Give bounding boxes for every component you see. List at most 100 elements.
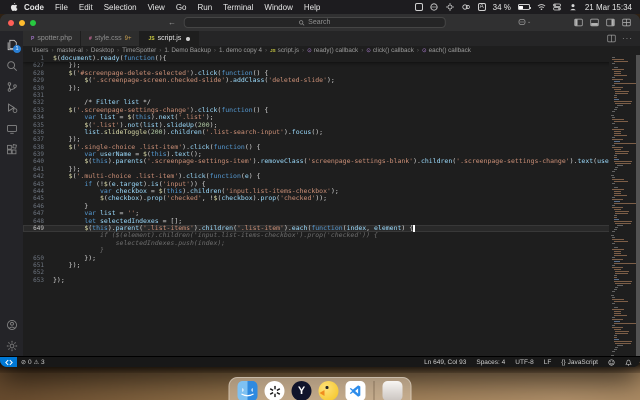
line-number[interactable]: 649 xyxy=(23,225,53,232)
code-line[interactable]: 1 $(document).ready(function(){ xyxy=(23,55,640,62)
line-number[interactable]: 639 xyxy=(23,151,53,158)
maximize-window-button[interactable] xyxy=(30,19,36,26)
menu-item-code[interactable]: Code xyxy=(24,3,44,12)
breadcrumb-item[interactable]: JS script.js xyxy=(270,47,299,54)
line-number[interactable]: 630 xyxy=(23,85,53,92)
line-number[interactable]: 628 xyxy=(23,70,53,77)
account-icon[interactable] xyxy=(0,314,23,335)
minimap[interactable] xyxy=(609,55,636,356)
eol-sequence[interactable]: LF xyxy=(540,359,556,366)
extensions-icon[interactable] xyxy=(0,139,23,160)
tab-script.js[interactable]: JS script.js xyxy=(140,31,200,46)
finder-dock-icon[interactable] xyxy=(237,381,258,400)
menu-item-selection[interactable]: Selection xyxy=(104,3,137,12)
toggle-panel-icon[interactable] xyxy=(590,18,599,27)
code-line[interactable]: 649 $(this).parent('.list-items').childr… xyxy=(23,224,640,233)
line-number[interactable]: 652 xyxy=(23,269,53,276)
line-number[interactable]: 643 xyxy=(23,181,53,188)
close-window-button[interactable] xyxy=(8,19,14,26)
line-number[interactable]: 648 xyxy=(23,218,53,225)
code-line[interactable]: 648 let selectedIndexes = []; xyxy=(23,218,640,225)
modified-dot-icon[interactable] xyxy=(186,36,191,41)
code-line[interactable]: 642 $('.multi-choice .list-item').click(… xyxy=(23,173,640,180)
minimize-window-button[interactable] xyxy=(19,19,25,26)
menu-bar-clock[interactable]: 21 Mar 15:34 xyxy=(585,3,632,12)
code-line[interactable]: 630 }); xyxy=(23,85,640,92)
code-line[interactable]: 627 }); xyxy=(23,62,640,69)
explorer-icon[interactable]: 1 xyxy=(0,34,23,55)
globe-icon[interactable] xyxy=(430,3,439,12)
code-line[interactable]: 645 $(checkbox).prop('checked', !$(check… xyxy=(23,195,640,202)
tab-style.css[interactable]: # style.css 9+ xyxy=(80,31,141,46)
menu-item-run[interactable]: Run xyxy=(197,3,212,12)
apple-menu-icon[interactable] xyxy=(9,2,18,12)
search-icon[interactable] xyxy=(0,55,23,76)
run-debug-icon[interactable] xyxy=(0,97,23,118)
toggle-secondary-sidebar-icon[interactable] xyxy=(606,18,615,27)
code-line[interactable]: 652 xyxy=(23,269,640,276)
code-line[interactable]: 629 $('.screenpage-screen.checked-slide'… xyxy=(23,77,640,84)
code-line[interactable]: 632 /* Filter list */ xyxy=(23,99,640,106)
code-line[interactable]: 635 $('.list').not(list).slideUp(200); xyxy=(23,122,640,129)
ghost-suggestion-line[interactable]: if ($(element).children('input.list-item… xyxy=(23,232,640,239)
toggle-sidebar-icon[interactable] xyxy=(574,18,583,27)
display-icon[interactable] xyxy=(414,3,423,11)
vscode-dock-icon[interactable] xyxy=(345,381,366,400)
split-editor-icon[interactable] xyxy=(607,34,616,43)
menu-item-help[interactable]: Help xyxy=(304,3,320,12)
code-line[interactable]: 653}); xyxy=(23,277,640,284)
line-number[interactable] xyxy=(23,247,53,254)
breadcrumb-item[interactable]: 1. Demo Backup xyxy=(164,47,211,54)
code-line[interactable]: 640 $(this).parents('.screenpage-setting… xyxy=(23,158,640,165)
line-number[interactable]: 631 xyxy=(23,92,53,99)
code-line[interactable]: 650 }); xyxy=(23,255,640,262)
customize-layout-icon[interactable] xyxy=(622,18,631,27)
source-control-icon[interactable] xyxy=(0,76,23,97)
code-line[interactable]: 644 var checkbox = $(this).children('inp… xyxy=(23,188,640,195)
breadcrumb-item[interactable]: ⊙ ready() callback xyxy=(307,47,358,54)
line-number[interactable]: 653 xyxy=(23,277,53,284)
line-number[interactable]: 640 xyxy=(23,158,53,165)
ghost-suggestion-line[interactable]: } xyxy=(23,247,640,254)
remote-indicator-icon[interactable] xyxy=(0,356,17,367)
code-line[interactable]: 633 $('.screenpage-settings-change').cli… xyxy=(23,107,640,114)
ghost-suggestion-line[interactable]: selectedIndexes.push(index); xyxy=(23,240,640,247)
gear-icon[interactable] xyxy=(446,3,455,12)
scrollbar[interactable] xyxy=(636,55,640,356)
input-source-icon[interactable]: A xyxy=(477,3,486,11)
line-number[interactable] xyxy=(23,232,53,239)
menu-item-window[interactable]: Window xyxy=(264,3,292,12)
breadcrumb-item[interactable]: 1. demo copy 4 xyxy=(219,47,262,54)
copilot-menu-icon[interactable]: ⌄ xyxy=(518,18,531,26)
line-number[interactable]: 646 xyxy=(23,203,53,210)
wifi-icon[interactable] xyxy=(537,3,546,12)
cyberduck-dock-icon[interactable] xyxy=(318,381,339,400)
control-center-icon[interactable] xyxy=(553,3,562,12)
breadcrumb-item[interactable]: ⊙ each() callback xyxy=(422,47,471,54)
code-line[interactable]: 636 list.slideToggle(200).children('.lis… xyxy=(23,129,640,136)
menu-item-go[interactable]: Go xyxy=(176,3,187,12)
line-number[interactable]: 642 xyxy=(23,173,53,180)
trash-dock-icon[interactable] xyxy=(382,381,403,400)
cursor-position[interactable]: Ln 649, Col 93 xyxy=(420,359,470,366)
line-number[interactable]: 632 xyxy=(23,99,53,106)
menu-item-file[interactable]: File xyxy=(55,3,68,12)
code-line[interactable]: 638 $('.single-choice .list-item').click… xyxy=(23,144,640,151)
remote-explorer-icon[interactable] xyxy=(0,118,23,139)
line-number[interactable]: 650 xyxy=(23,255,53,262)
line-number[interactable]: 634 xyxy=(23,114,53,121)
line-number[interactable]: 644 xyxy=(23,188,53,195)
line-number[interactable]: 1 xyxy=(23,55,53,62)
more-actions-icon[interactable]: ··· xyxy=(622,34,633,43)
code-lines[interactable]: 627 }); 628 $('#screenpage-delete-selecte… xyxy=(23,62,640,284)
tab-spotter.php[interactable]: Pspotter.php xyxy=(23,31,81,46)
language-mode[interactable]: {} JavaScript xyxy=(557,359,602,366)
line-number[interactable] xyxy=(23,240,53,247)
code-line[interactable]: 628 $('#screenpage-delete-selected').cli… xyxy=(23,70,640,77)
breadcrumb-item[interactable]: Desktop xyxy=(91,47,114,54)
menu-item-terminal[interactable]: Terminal xyxy=(223,3,253,12)
y-browser-dock-icon[interactable]: Y xyxy=(291,381,312,400)
code-line[interactable]: 643 if (!$(e.target).is('input')) { xyxy=(23,181,640,188)
indentation[interactable]: Spaces: 4 xyxy=(472,359,509,366)
line-number[interactable]: 633 xyxy=(23,107,53,114)
